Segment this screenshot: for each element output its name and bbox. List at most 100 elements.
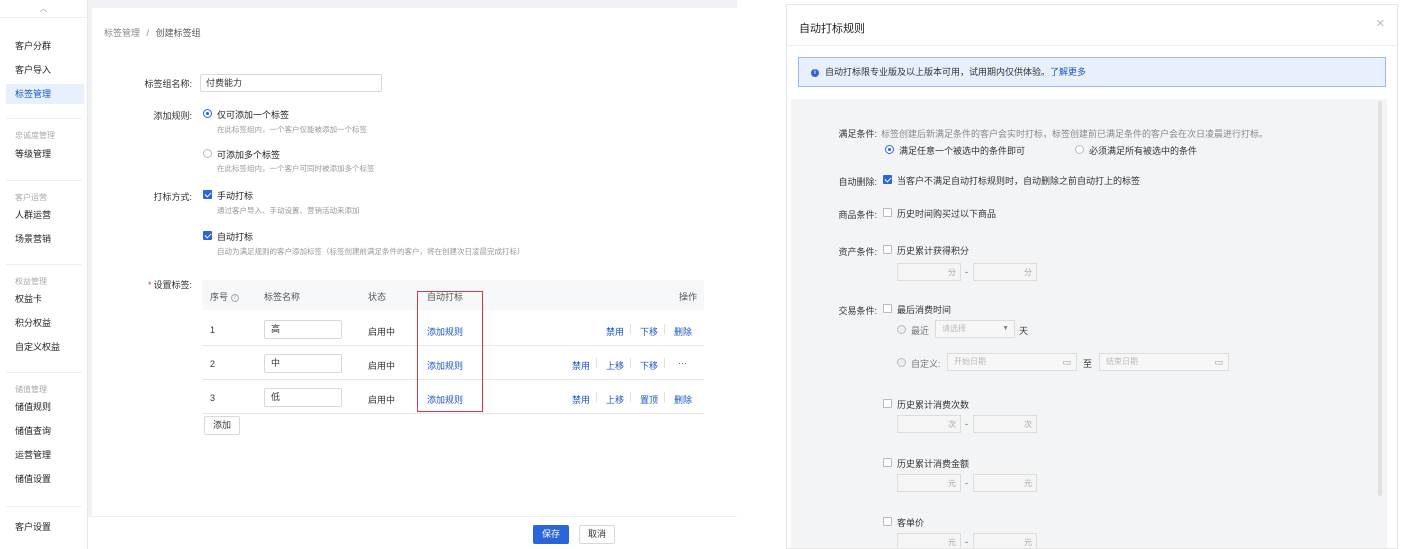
checkbox-last-consume[interactable] [883, 304, 892, 313]
option-multiple-tags-title: 可添加多个标签 [217, 150, 281, 160]
op-divider [596, 392, 597, 402]
pin-top-link[interactable]: 置顶 [640, 393, 658, 406]
amount-max-input[interactable]: 元 [973, 474, 1037, 492]
modal-title: 自动打标规则 [799, 23, 865, 35]
unit-label: 元 [948, 538, 956, 547]
checkbox-manual-tagging[interactable] [203, 190, 212, 199]
sidebar-item-crowd-ops[interactable]: 人群运营 [0, 205, 88, 225]
move-down-link[interactable]: 下移 [640, 359, 658, 372]
radio-all-conditions[interactable] [1075, 145, 1084, 154]
close-icon[interactable]: ✕ [1376, 17, 1385, 30]
chevron-up-icon[interactable]: ︿ [0, 0, 87, 18]
end-date-input[interactable]: 结束日期 ▭ [1099, 353, 1229, 371]
delete-link[interactable]: 删除 [674, 393, 692, 406]
disable-link[interactable]: 禁用 [606, 325, 624, 338]
custom-date-text: 自定义: [911, 359, 941, 369]
add-tag-button[interactable]: 添加 [204, 416, 240, 435]
checkbox-auto-delete[interactable] [883, 175, 892, 184]
checkbox-avg-order[interactable] [883, 517, 892, 526]
required-mark: * [147, 280, 152, 290]
tag-name-input[interactable]: 高 [264, 320, 342, 339]
start-date-placeholder: 开始日期 [954, 357, 986, 366]
save-button[interactable]: 保存 [533, 525, 569, 544]
radio-multiple-tags[interactable] [203, 149, 212, 158]
help-icon[interactable]: ? [230, 293, 239, 302]
row-status: 启用中 [368, 395, 396, 405]
sidebar-item-scene-marketing[interactable]: 场景营销 [0, 229, 88, 249]
asset-text: 历史累计获得积分 [897, 246, 970, 256]
manual-tagging-title: 手动打标 [217, 191, 254, 201]
radio-recent[interactable] [897, 325, 906, 334]
group-name-input[interactable]: 付费能力 [200, 74, 382, 92]
checkbox-asset[interactable] [883, 245, 892, 254]
count-min-input[interactable]: 次 [897, 415, 961, 433]
disable-link[interactable]: 禁用 [572, 359, 590, 372]
sidebar-item-ops-management[interactable]: 运营管理 [0, 445, 88, 465]
sidebar-item-points-benefit[interactable]: 积分权益 [0, 313, 88, 333]
option-single-tag-desc: 在此标签组内，一个客户仅能被添加一个标签 [217, 125, 367, 134]
avg-order-text: 客单价 [897, 518, 925, 528]
row-index: 1 [210, 325, 216, 335]
amount-min-input[interactable]: 元 [897, 474, 961, 492]
sidebar-item-tag-management[interactable]: 标签管理 [6, 84, 84, 104]
move-up-link[interactable]: 上移 [606, 359, 624, 372]
recent-days-select[interactable]: 请选择 ▼ [935, 320, 1015, 338]
manual-tagging-desc: 通过客户导入、手动设置、营销活动来添加 [217, 206, 360, 215]
sidebar-item-benefit-card[interactable]: 权益卡 [0, 289, 88, 309]
op-divider [664, 358, 665, 368]
move-down-link[interactable]: 下移 [640, 325, 658, 338]
sidebar-group-title: 储值管理 [15, 385, 47, 394]
sidebar-item-customer-segment[interactable]: 客户分群 [0, 36, 88, 56]
radio-custom-date[interactable] [897, 358, 906, 367]
tag-name-input[interactable]: 中 [264, 354, 342, 373]
move-up-link[interactable]: 上移 [606, 393, 624, 406]
radio-single-tag[interactable] [203, 109, 212, 118]
checkbox-consume-count[interactable] [883, 399, 892, 408]
sidebar-item-stored-query[interactable]: 储值查询 [0, 421, 88, 441]
disable-link[interactable]: 禁用 [572, 393, 590, 406]
sidebar-item-custom-benefit[interactable]: 自定义权益 [0, 337, 88, 357]
breadcrumb-current: 创建标签组 [155, 28, 201, 38]
sidebar-item-stored-rules[interactable]: 储值规则 [0, 397, 88, 417]
start-date-input[interactable]: 开始日期 ▭ [947, 353, 1077, 371]
sidebar: ︿ 客户分群 客户导入 标签管理 忠诚度管理 等级管理 客户运营 人群运营 场景… [0, 0, 88, 549]
sidebar-item-level[interactable]: 等级管理 [0, 144, 88, 164]
points-min-input[interactable]: 分 [897, 263, 961, 281]
op-divider [630, 324, 631, 334]
points-max-input[interactable]: 分 [973, 263, 1037, 281]
delete-link[interactable]: 删除 [674, 325, 692, 338]
sidebar-divider [6, 180, 82, 181]
learn-more-link[interactable]: 了解更多 [1050, 67, 1086, 77]
row-index: 3 [210, 393, 216, 403]
avg-max-input[interactable]: 元 [973, 533, 1037, 548]
vertical-scrollbar[interactable] [1378, 101, 1382, 496]
sidebar-item-stored-settings[interactable]: 储值设置 [0, 469, 88, 489]
radio-any-condition[interactable] [885, 145, 894, 154]
sidebar-divider [6, 506, 82, 507]
count-max-input[interactable]: 次 [973, 415, 1037, 433]
tag-name-input[interactable]: 低 [264, 388, 342, 407]
more-icon[interactable]: ··· [678, 358, 687, 368]
date-to-text: 至 [1083, 359, 1093, 369]
op-divider [664, 324, 665, 334]
unit-label: 元 [948, 479, 956, 488]
rule-panel: 满足条件: 标签创建后新满足条件的客户会实时打标，标签创建前已满足条件的客户会在… [797, 107, 1387, 548]
option-multiple-tags-desc: 在此标签组内，一个客户可同时被添加多个标签 [217, 164, 375, 173]
footer-bar: 保存 取消 [88, 516, 737, 549]
breadcrumb-separator: / [146, 28, 150, 38]
cancel-button[interactable]: 取消 [579, 525, 615, 544]
breadcrumb-parent[interactable]: 标签管理 [104, 28, 140, 38]
sidebar-item-customer-settings[interactable]: 客户设置 [0, 517, 88, 537]
checkbox-consume-amount[interactable] [883, 458, 892, 467]
avg-min-input[interactable]: 元 [897, 533, 961, 548]
option-single-tag-title: 仅可添加一个标签 [217, 110, 290, 120]
col-index: 序号 ? [210, 290, 239, 303]
checkbox-auto-tagging[interactable] [203, 231, 212, 240]
auto-delete-label: 自动删除: [838, 177, 877, 187]
col-status: 状态 [368, 292, 387, 302]
row-index: 2 [210, 359, 216, 369]
checkbox-product[interactable] [883, 208, 892, 217]
unit-label: 次 [948, 420, 956, 429]
select-placeholder: 请选择 [942, 324, 966, 333]
sidebar-item-customer-import[interactable]: 客户导入 [0, 60, 88, 80]
